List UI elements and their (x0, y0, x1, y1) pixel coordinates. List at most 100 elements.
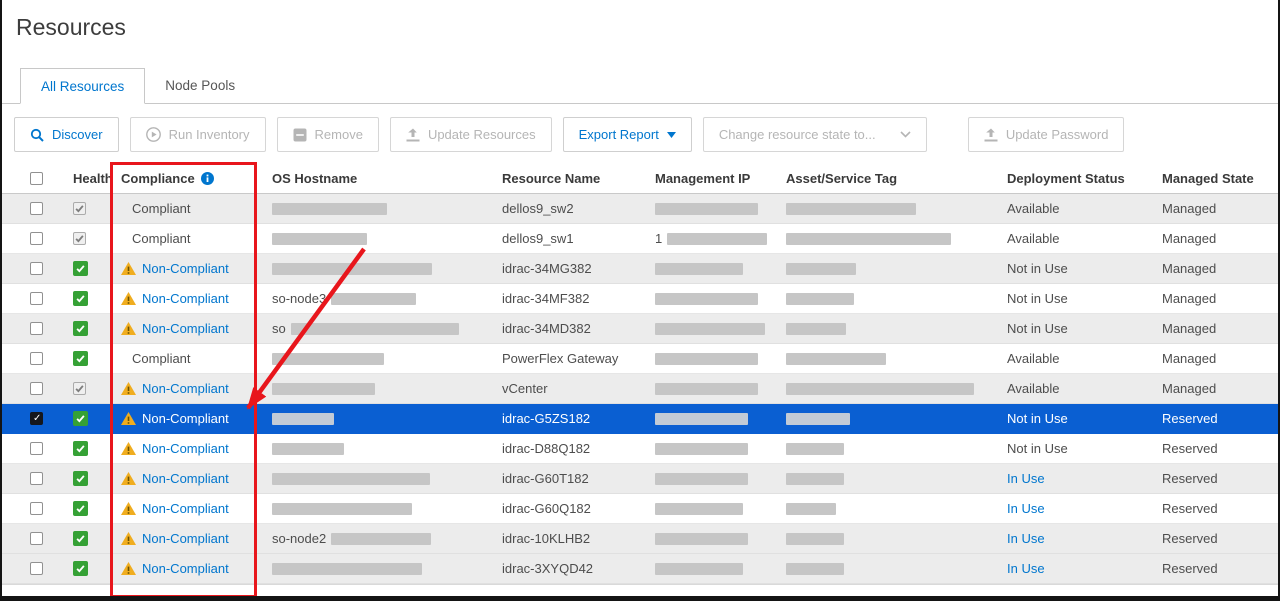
compliance-cell: Compliant (110, 224, 258, 253)
redacted-os-hostname (272, 383, 375, 395)
deployment-status-cell: In Use (993, 554, 1148, 583)
deployment-status[interactable]: In Use (1007, 471, 1045, 486)
column-header-managed-state[interactable]: Managed State (1148, 164, 1278, 193)
redacted-management-ip (655, 323, 765, 335)
resource-name: idrac-D88Q182 (502, 441, 590, 456)
row-checkbox[interactable] (30, 322, 43, 335)
deployment-status-cell: Not in Use (993, 404, 1148, 433)
table-row[interactable]: Compliant dellos9_sw2 Available Managed (2, 194, 1278, 224)
compliance-status[interactable]: Non-Compliant (142, 381, 229, 396)
resource-name: dellos9_sw1 (502, 231, 574, 246)
health-check-icon (73, 261, 88, 276)
deployment-status-cell: Available (993, 224, 1148, 253)
compliance-status[interactable]: Non-Compliant (142, 501, 229, 516)
compliance-cell: Non-Compliant (110, 494, 258, 523)
compliance-cell: Non-Compliant (110, 254, 258, 283)
os-hostname-cell: so-node2 (258, 524, 488, 553)
table-row[interactable]: Non-Compliant idrac-3XYQD42 In Use Reser… (2, 554, 1278, 584)
managed-state-cell: Reserved (1148, 554, 1278, 583)
tab-node-pools[interactable]: Node Pools (145, 67, 255, 103)
resource-name: idrac-G60T182 (502, 471, 589, 486)
change-resource-state-select[interactable]: Change resource state to... (703, 117, 927, 152)
caret-down-icon (667, 132, 676, 138)
deployment-status[interactable]: In Use (1007, 501, 1045, 516)
table-row[interactable]: Non-Compliant idrac-34MG382 Not in Use M… (2, 254, 1278, 284)
compliance-status[interactable]: Non-Compliant (142, 441, 229, 456)
export-report-button[interactable]: Export Report (563, 117, 692, 152)
column-header-management-ip[interactable]: Management IP (641, 164, 772, 193)
warning-icon (121, 322, 136, 335)
table-row[interactable]: Non-Compliant idrac-D88Q182 Not in Use R… (2, 434, 1278, 464)
row-checkbox[interactable] (30, 442, 43, 455)
compliance-status[interactable]: Non-Compliant (142, 531, 229, 546)
column-header-deployment-status[interactable]: Deployment Status (993, 164, 1148, 193)
table-row[interactable]: Non-Compliant so idrac-34MD382 Not in Us… (2, 314, 1278, 344)
compliance-status[interactable]: Non-Compliant (142, 261, 229, 276)
asset-service-tag-cell (772, 344, 993, 373)
health-cell (52, 404, 110, 433)
table-row[interactable]: Compliant dellos9_sw1 1 Available Manage… (2, 224, 1278, 254)
column-header-asset-service-tag[interactable]: Asset/Service Tag (772, 164, 993, 193)
health-cell (52, 314, 110, 343)
toolbar: Discover Run Inventory Remove Update Res… (2, 104, 1278, 164)
resource-name: idrac-3XYQD42 (502, 561, 593, 576)
resource-name: idrac-10KLHB2 (502, 531, 590, 546)
resource-name-cell: dellos9_sw1 (488, 224, 641, 253)
column-header-resource-name[interactable]: Resource Name (488, 164, 641, 193)
column-header-compliance[interactable]: Compliance (110, 164, 258, 193)
row-checkbox[interactable] (30, 262, 43, 275)
row-checkbox[interactable] (30, 292, 43, 305)
compliance-status[interactable]: Non-Compliant (142, 411, 229, 426)
health-cell (52, 494, 110, 523)
deployment-status[interactable]: In Use (1007, 531, 1045, 546)
row-checkbox[interactable] (30, 532, 43, 545)
row-checkbox[interactable] (30, 232, 43, 245)
run-inventory-button[interactable]: Run Inventory (130, 117, 266, 152)
table-row[interactable]: Non-Compliant idrac-G60Q182 In Use Reser… (2, 494, 1278, 524)
column-header-os-hostname[interactable]: OS Hostname (258, 164, 488, 193)
table-row[interactable]: Non-Compliant so-node2 idrac-10KLHB2 In … (2, 524, 1278, 554)
row-checkbox[interactable] (30, 502, 43, 515)
deployment-status[interactable]: In Use (1007, 561, 1045, 576)
row-checkbox-cell (2, 314, 52, 343)
discover-button[interactable]: Discover (14, 117, 119, 152)
managed-state-cell: Managed (1148, 344, 1278, 373)
table-row[interactable]: Non-Compliant idrac-G60T182 In Use Reser… (2, 464, 1278, 494)
compliance-cell: Non-Compliant (110, 554, 258, 583)
remove-button[interactable]: Remove (277, 117, 379, 152)
select-all-checkbox[interactable] (30, 172, 43, 185)
compliance-cell: Non-Compliant (110, 314, 258, 343)
health-check-icon (73, 351, 88, 366)
redacted-os-hostname (331, 533, 431, 545)
health-check-icon (73, 531, 88, 546)
table-row[interactable]: Non-Compliant idrac-G5ZS182 Not in Use R… (2, 404, 1278, 434)
deployment-status-cell: In Use (993, 524, 1148, 553)
info-icon[interactable] (201, 172, 214, 185)
compliance-status[interactable]: Non-Compliant (142, 291, 229, 306)
row-checkbox[interactable] (30, 472, 43, 485)
redacted-management-ip (655, 473, 748, 485)
management-ip-text: 1 (655, 231, 662, 246)
row-checkbox[interactable] (30, 202, 43, 215)
row-checkbox[interactable] (30, 352, 43, 365)
resource-name: idrac-34MG382 (502, 261, 592, 276)
os-hostname-text: so-node2 (272, 531, 326, 546)
health-check-icon (73, 441, 88, 456)
row-checkbox[interactable] (30, 382, 43, 395)
table-row[interactable]: Compliant PowerFlex Gateway Available Ma… (2, 344, 1278, 374)
tab-all-resources-label: All Resources (41, 79, 124, 94)
managed-state-cell: Reserved (1148, 434, 1278, 463)
compliance-status[interactable]: Non-Compliant (142, 561, 229, 576)
compliance-status[interactable]: Non-Compliant (142, 471, 229, 486)
update-resources-button[interactable]: Update Resources (390, 117, 552, 152)
compliance-status[interactable]: Non-Compliant (142, 321, 229, 336)
row-checkbox[interactable] (30, 562, 43, 575)
tab-all-resources[interactable]: All Resources (20, 68, 145, 104)
table-row[interactable]: Non-Compliant so-node3 idrac-34MF382 Not… (2, 284, 1278, 314)
update-password-button[interactable]: Update Password (968, 117, 1125, 152)
search-icon (30, 128, 44, 142)
deployment-status-cell: Available (993, 194, 1148, 223)
row-checkbox[interactable] (30, 412, 43, 425)
column-header-health[interactable]: Health (52, 164, 110, 193)
table-row[interactable]: Non-Compliant vCenter Available Managed (2, 374, 1278, 404)
